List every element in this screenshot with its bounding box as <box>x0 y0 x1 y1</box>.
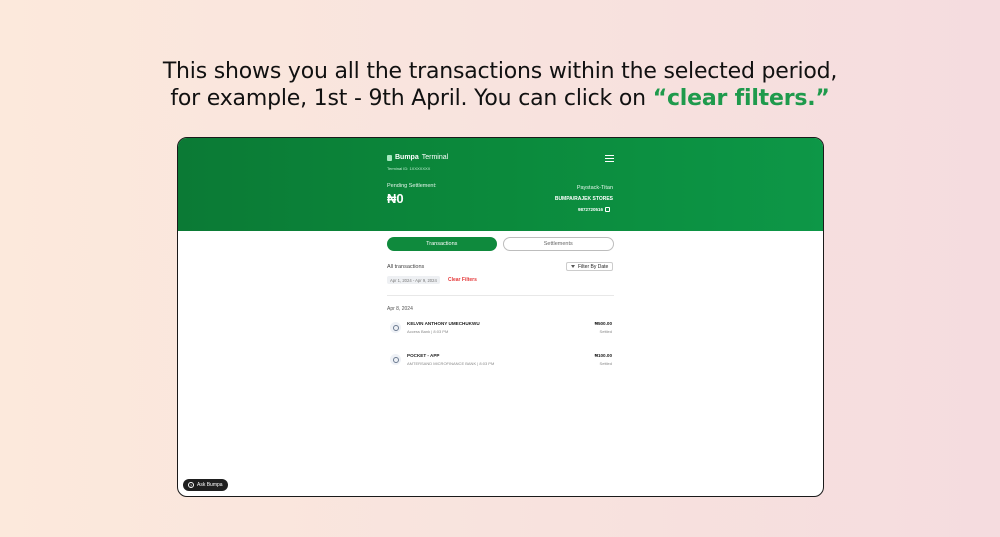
bumpa-logo-icon <box>387 154 392 161</box>
headline-line-2-text: for example, 1st - 9th April. You can cl… <box>170 86 653 111</box>
pending-settlement-label: Pending Settlement: <box>387 183 437 189</box>
clear-filters-link[interactable]: Clear Filters <box>448 277 477 283</box>
brand-name: Bumpa <box>395 154 419 161</box>
transaction-meta: Access Bank | 8:03 PM <box>407 329 449 334</box>
brand-suffix: Terminal <box>421 154 449 161</box>
check-circle-icon <box>390 354 401 365</box>
app-screenshot-frame: Bumpa Terminal Terminal ID: 1XXXXXXX Pen… <box>177 137 824 497</box>
tab-settlements[interactable]: Settlements <box>502 237 614 251</box>
help-icon: ? <box>188 482 194 488</box>
headline-line-1: This shows you all the transactions with… <box>162 59 838 84</box>
transaction-row[interactable]: KELVIN ANTHONY UMECHUKWU Access Bank | 8… <box>390 319 612 337</box>
ask-bumpa-label: Ask Bumpa <box>197 482 223 488</box>
check-circle-icon <box>390 322 401 333</box>
ask-bumpa-button[interactable]: ? Ask Bumpa <box>183 479 228 491</box>
transaction-amount: ₦500.00 <box>594 321 612 326</box>
header-banner: Bumpa Terminal Terminal ID: 1XXXXXXX Pen… <box>178 138 823 231</box>
account-number: 9872720516 <box>577 207 603 212</box>
transaction-status: Settled <box>599 329 612 334</box>
headline-highlight: “clear filters.” <box>652 86 830 111</box>
transaction-row[interactable]: POCKET - APP AMTERSAND MICROFINANCE BANK… <box>390 351 612 369</box>
hamburger-menu-icon[interactable] <box>605 155 614 163</box>
copy-icon[interactable] <box>605 207 610 212</box>
filter-button-label: Filter By Date <box>578 263 609 270</box>
filter-icon <box>571 264 575 269</box>
date-range-chip: Apr 1, 2024 - Apr 9, 2024 <box>387 276 440 284</box>
transaction-name: POCKET - APP <box>407 353 440 358</box>
all-transactions-label: All transactions <box>387 264 425 270</box>
pending-settlement-value: ₦0 <box>387 191 404 206</box>
store-name: BUMPA/RAJEK STORES <box>554 196 613 202</box>
bank-provider: Paystack-Titan <box>576 185 613 191</box>
account-number-row: 9872720516 <box>578 207 610 212</box>
brand-logo: Bumpa Terminal <box>387 154 448 161</box>
filter-by-date-button[interactable]: Filter By Date <box>566 262 614 271</box>
transaction-status: Settled <box>599 361 612 366</box>
terminal-id: Terminal ID: 1XXXXXXX <box>387 166 431 171</box>
transaction-name: KELVIN ANTHONY UMECHUKWU <box>407 321 480 326</box>
transaction-meta: AMTERSAND MICROFINANCE BANK | 8:03 PM <box>407 361 495 366</box>
tab-bar: Transactions Settlements <box>387 237 614 251</box>
headline-line-2: for example, 1st - 9th April. You can cl… <box>0 85 1000 112</box>
instruction-headline: This shows you all the transactions with… <box>0 58 1000 112</box>
divider <box>387 295 614 296</box>
transaction-group-date: Apr 8, 2024 <box>387 306 413 312</box>
transaction-amount: ₦100.00 <box>594 353 612 358</box>
tab-transactions[interactable]: Transactions <box>387 237 497 251</box>
